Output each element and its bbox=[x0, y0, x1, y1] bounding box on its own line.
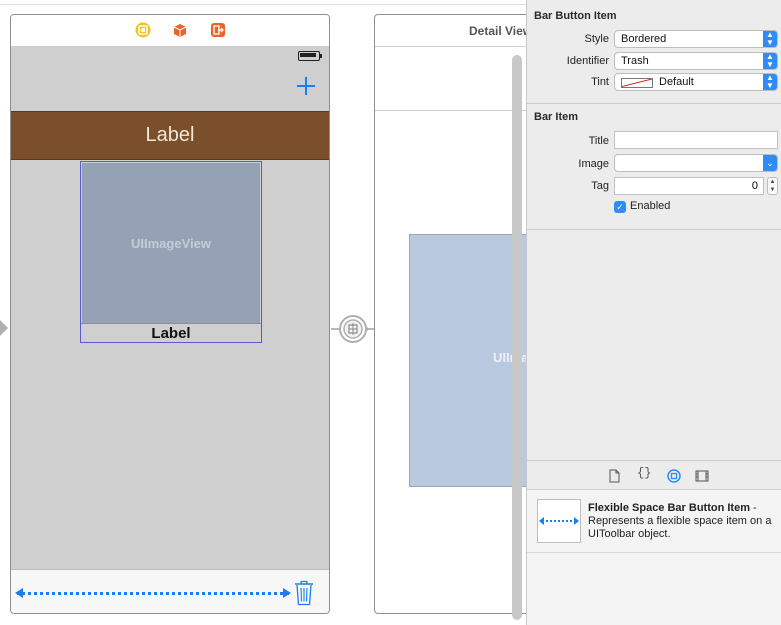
section-title-bar-button-item: Bar Button Item bbox=[534, 10, 617, 22]
section-title-bar-item: Bar Item bbox=[534, 111, 579, 123]
object-library-icon[interactable] bbox=[667, 469, 681, 483]
toolbar[interactable] bbox=[11, 569, 329, 613]
media-library-icon[interactable] bbox=[695, 469, 709, 483]
tint-color-swatch bbox=[621, 78, 653, 88]
image-label: Image bbox=[578, 158, 609, 170]
style-value: Bordered bbox=[621, 33, 667, 45]
chevron-down-icon[interactable]: ⌄ bbox=[763, 155, 777, 171]
detail-nav-divider bbox=[375, 110, 533, 111]
tint-value: Default bbox=[659, 76, 694, 88]
identifier-value: Trash bbox=[621, 55, 649, 67]
first-responder-icon[interactable] bbox=[172, 22, 188, 38]
library-divider bbox=[527, 552, 781, 553]
tag-stepper[interactable]: ▲ ▼ bbox=[767, 177, 778, 195]
canvas-scrollbar[interactable] bbox=[512, 55, 522, 620]
library-item-thumbnail[interactable] bbox=[537, 499, 581, 543]
segue-icon[interactable] bbox=[338, 314, 368, 344]
canvas-top-divider bbox=[0, 4, 526, 5]
style-popup[interactable]: Bordered ▲ ▼ bbox=[614, 30, 778, 48]
popup-arrows-icon: ▲ ▼ bbox=[763, 53, 777, 69]
identifier-label: Identifier bbox=[566, 55, 609, 67]
detail-nav-title: Detail View bbox=[469, 24, 533, 38]
detail-scene[interactable]: Detail View UIImageView bbox=[374, 14, 535, 614]
section-divider bbox=[527, 229, 781, 230]
master-scene[interactable]: Label UIImageView Label bbox=[10, 14, 330, 614]
title-label: Title bbox=[588, 135, 609, 147]
flexible-space-arrow-icon bbox=[539, 517, 579, 525]
identifier-popup[interactable]: Trash ▲ ▼ bbox=[614, 52, 778, 70]
code-snippet-icon[interactable]: {} bbox=[637, 466, 651, 480]
incoming-segue-arrow-icon[interactable] bbox=[0, 320, 8, 336]
tag-field[interactable]: 0 bbox=[614, 177, 764, 195]
header-label[interactable]: Label bbox=[11, 111, 329, 160]
attributes-inspector: Bar Button Item Style Bordered ▲ ▼ Identi… bbox=[526, 0, 781, 625]
style-label: Style bbox=[584, 33, 609, 45]
tint-label: Tint bbox=[591, 76, 609, 88]
exit-icon[interactable] bbox=[210, 22, 226, 38]
tint-popup[interactable]: Default ▲ ▼ bbox=[614, 73, 778, 91]
trash-icon[interactable] bbox=[293, 580, 315, 606]
battery-icon bbox=[298, 51, 322, 61]
cell-label[interactable]: Label bbox=[81, 323, 261, 343]
popup-arrows-icon: ▲ ▼ bbox=[763, 31, 777, 47]
tag-value: 0 bbox=[751, 180, 758, 192]
detail-dock-divider bbox=[375, 46, 533, 47]
add-plus-icon[interactable] bbox=[297, 77, 315, 95]
library-tab-bar: {} bbox=[527, 460, 781, 490]
library-item-title: Flexible Space Bar Button Item bbox=[588, 502, 750, 514]
scene-dock bbox=[11, 15, 329, 47]
enabled-label: Enabled bbox=[630, 200, 671, 212]
library-item-flexible-space[interactable]: Flexible Space Bar Button Item - Represe… bbox=[588, 502, 776, 541]
table-cell[interactable]: UIImageView Label bbox=[80, 161, 262, 343]
object-library: Flexible Space Bar Button Item - Represe… bbox=[527, 490, 781, 625]
flexible-space-arrow-icon[interactable] bbox=[15, 588, 291, 598]
section-divider bbox=[527, 103, 781, 104]
storyboard-canvas[interactable]: Label UIImageView Label Detail View UII bbox=[0, 0, 535, 625]
view-controller-icon[interactable] bbox=[135, 22, 151, 38]
enabled-checkbox[interactable]: ✓ bbox=[614, 201, 626, 213]
popup-arrows-icon: ▲ ▼ bbox=[763, 74, 777, 90]
image-combo[interactable]: ⌄ bbox=[614, 154, 778, 172]
file-template-icon[interactable] bbox=[607, 469, 621, 483]
cell-imageview[interactable]: UIImageView bbox=[82, 163, 260, 323]
title-field[interactable] bbox=[614, 131, 778, 149]
tag-label: Tag bbox=[591, 180, 609, 192]
